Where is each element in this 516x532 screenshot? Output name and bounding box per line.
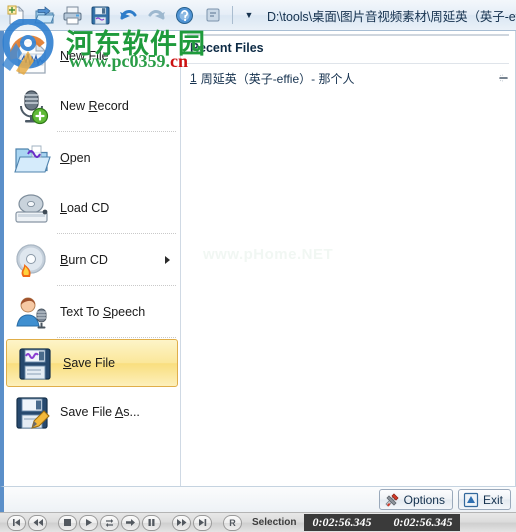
recent-top-rule xyxy=(187,34,509,36)
rewind-button[interactable] xyxy=(28,514,47,531)
new-record-icon xyxy=(12,86,52,126)
open-folder-icon xyxy=(12,138,52,178)
menu-item-label: Open xyxy=(60,151,91,165)
print-icon[interactable] xyxy=(60,3,85,28)
redo-icon[interactable] xyxy=(144,3,169,28)
menu-label-rest: s... xyxy=(123,405,140,419)
menu-label-rest: ew File xyxy=(69,49,109,63)
menu-item-open[interactable]: Open xyxy=(4,133,180,183)
step-forward-button[interactable] xyxy=(121,514,140,531)
save-icon[interactable] xyxy=(88,3,113,28)
recent-file-index: 1 xyxy=(190,71,197,85)
exit-icon xyxy=(463,492,479,508)
undo-icon[interactable] xyxy=(116,3,141,28)
recent-file-name: 周延英（英子-effie）- 那个人 xyxy=(200,71,355,86)
menu-accel: A xyxy=(114,405,124,419)
save-file-as-icon xyxy=(12,392,52,432)
new-file-icon[interactable] xyxy=(4,3,29,28)
menu-item-load-cd[interactable]: Load CD xyxy=(4,183,180,233)
toolbar-icon-group: ▼ xyxy=(0,3,257,28)
recent-files-title: Recent Files xyxy=(190,41,264,55)
menu-item-label: Load CD xyxy=(60,201,109,215)
menu-item-burn-cd[interactable]: Burn CD xyxy=(4,235,180,285)
menu-item-label: New Record xyxy=(60,99,129,113)
pin-icon[interactable] xyxy=(498,73,509,84)
recent-file-item[interactable]: 1 周延英（英子-effie）- 那个人 xyxy=(181,67,515,89)
selection-end-time: 0:02:56.345 xyxy=(379,514,461,531)
tools-icon xyxy=(384,492,400,508)
menu-item-new-file[interactable]: New File xyxy=(4,31,180,81)
new-file-icon xyxy=(12,36,52,76)
fast-forward-button[interactable] xyxy=(172,514,191,531)
misc-icon[interactable] xyxy=(200,3,225,28)
file-menu-pane: New File New Record Open Load CD Burn CD… xyxy=(4,31,181,486)
selection-label: Selection xyxy=(252,517,297,528)
menu-item-label: Save File As... xyxy=(60,405,140,419)
menu-label-rest: oad CD xyxy=(66,201,110,215)
recent-files-list: 1 周延英（英子-effie）- 那个人 xyxy=(181,67,515,89)
menu-label-rest: urn CD xyxy=(68,253,108,267)
record-button[interactable]: R xyxy=(223,514,242,531)
menu-label-rest: ave File xyxy=(71,356,116,370)
submenu-arrow-icon xyxy=(165,256,170,264)
options-button-label: Options xyxy=(403,492,445,507)
menu-accel: L xyxy=(60,201,67,215)
menu-accel: O xyxy=(60,151,70,165)
toolbar-dropdown-icon[interactable]: ▼ xyxy=(241,4,257,26)
main-content-area: New File New Record Open Load CD Burn CD… xyxy=(0,31,516,486)
path-display: D:\tools\桌面\图片音视频素材\周延英（英子-effie） xyxy=(267,9,516,24)
recent-files-pane: Recent Files 1 周延英（英子-effie）- 那个人 www.pH… xyxy=(181,31,515,486)
application-window: ▼ D:\tools\桌面\图片音视频素材\周延英（英子-effie） New … xyxy=(0,0,516,532)
exit-button-label: Exit xyxy=(482,492,503,507)
text-to-speech-icon xyxy=(12,292,52,332)
load-cd-icon xyxy=(12,188,52,228)
menu-accel: N xyxy=(60,49,70,63)
skip-to-start-button[interactable] xyxy=(7,514,26,531)
options-button[interactable]: Options xyxy=(378,489,453,510)
play-button[interactable] xyxy=(79,514,98,531)
menu-item-new-record[interactable]: New Record xyxy=(4,81,180,131)
help-icon[interactable] xyxy=(172,3,197,28)
menu-accel: S xyxy=(102,305,112,319)
menu-label-pre: New xyxy=(60,99,89,113)
loop-button[interactable] xyxy=(100,514,119,531)
transport-status-bar: R Selection 0:02:56.345 0:02:56.345 xyxy=(0,512,516,532)
pause-button[interactable] xyxy=(142,514,161,531)
toolbar-separator xyxy=(232,6,233,24)
exit-button[interactable]: Exit xyxy=(457,489,511,510)
menu-item-save-file[interactable]: Save File xyxy=(6,339,178,387)
selection-start-time: 0:02:56.345 xyxy=(304,514,380,531)
footer-button-bar: Options Exit xyxy=(0,486,516,512)
open-icon[interactable] xyxy=(32,3,57,28)
menu-label-rest: ecord xyxy=(97,99,129,113)
menu-label-pre: Text To xyxy=(60,305,103,319)
recent-divider xyxy=(187,63,509,64)
stop-button[interactable] xyxy=(58,514,77,531)
menu-accel: R xyxy=(88,99,98,113)
menu-item-label: New File xyxy=(60,49,109,63)
menu-label-rest: peech xyxy=(111,305,146,319)
center-watermark-text: www.pHome.NET xyxy=(203,246,334,263)
menu-item-label: Text To Speech xyxy=(60,305,145,319)
menu-label-rest: pen xyxy=(69,151,91,165)
menu-item-label: Burn CD xyxy=(60,253,108,267)
burn-cd-icon xyxy=(12,240,52,280)
skip-to-end-button[interactable] xyxy=(193,514,212,531)
quick-access-toolbar: ▼ D:\tools\桌面\图片音视频素材\周延英（英子-effie） xyxy=(0,0,516,31)
record-button-label: R xyxy=(229,517,236,528)
save-file-icon xyxy=(15,343,55,383)
menu-item-label: Save File xyxy=(63,356,115,370)
menu-item-save-file-as[interactable]: Save File As... xyxy=(4,387,180,437)
menu-item-text-to-speech[interactable]: Text To Speech xyxy=(4,287,180,337)
menu-label-pre: Save File xyxy=(60,405,115,419)
